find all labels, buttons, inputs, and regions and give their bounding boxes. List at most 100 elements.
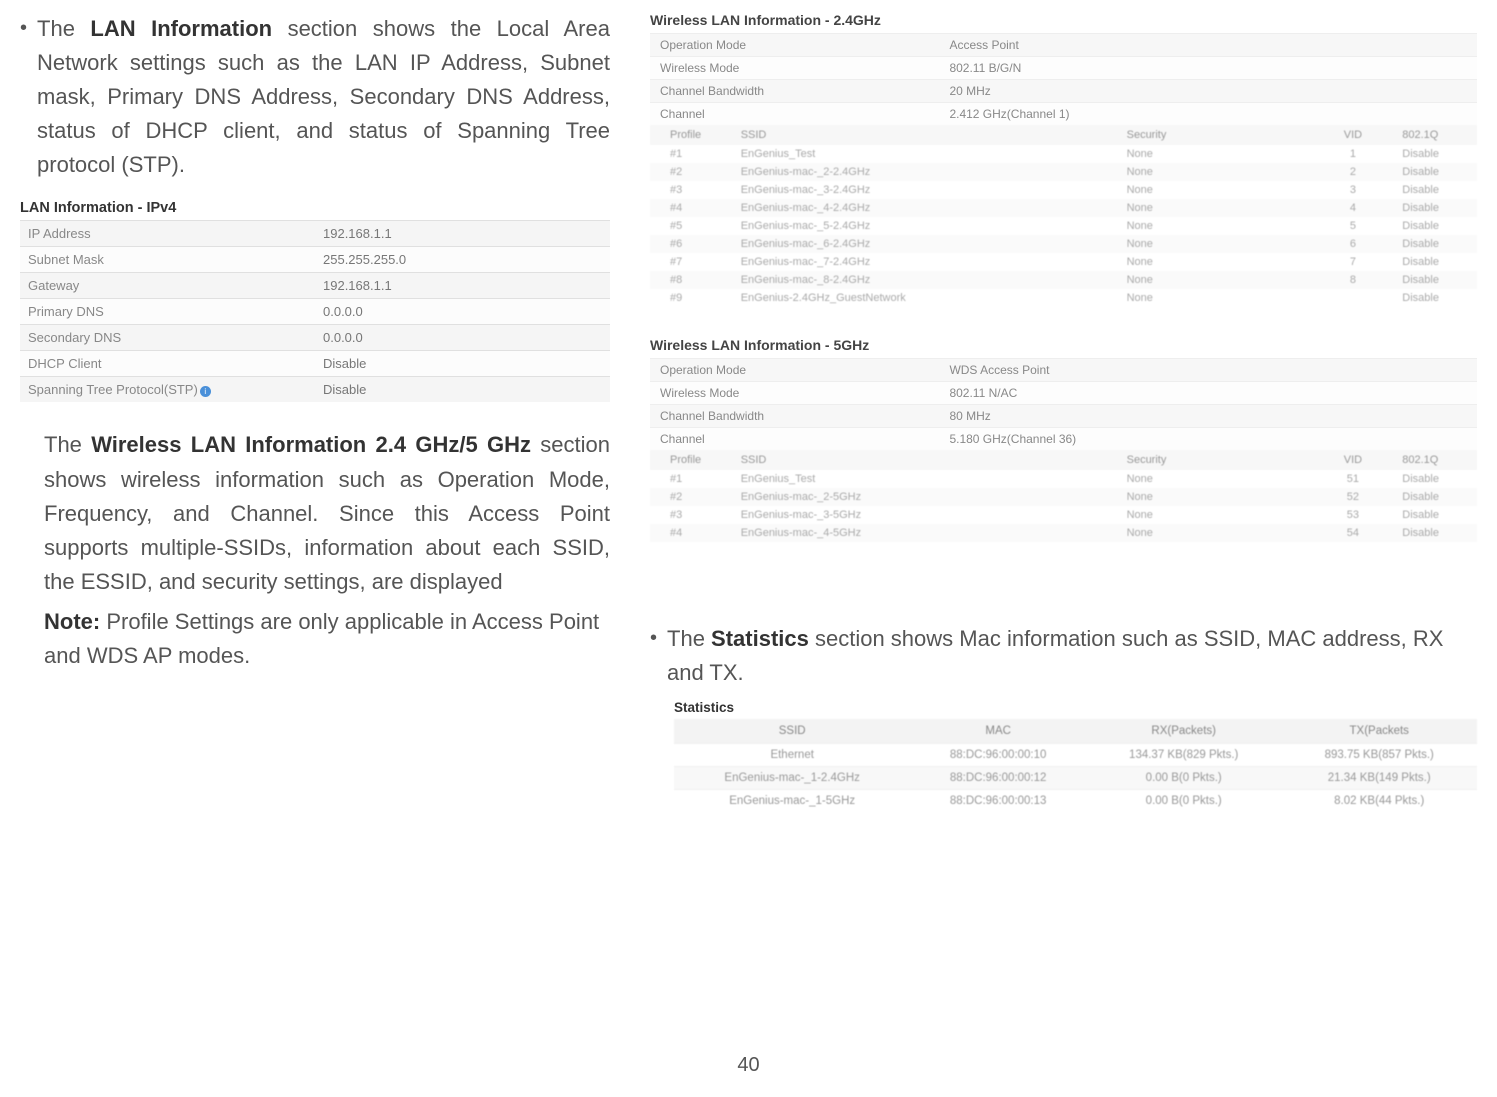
note-text: Profile Settings are only applicable in … [44, 609, 599, 668]
cell-ssid: EnGenius_Test [733, 145, 1119, 163]
cell-vid: 1 [1312, 145, 1395, 163]
kv-key: Channel Bandwidth [650, 405, 939, 428]
wlan5-profiles-table: Profile SSID Security VID 802.1Q #1EnGen… [650, 450, 1477, 542]
cell-profile: #3 [650, 506, 733, 524]
wlan5-title: Wireless LAN Information - 5GHz [650, 337, 1477, 353]
col-rx: RX(Packets) [1086, 719, 1282, 744]
lan-info-table: IP Address192.168.1.1Subnet Mask255.255.… [20, 220, 610, 402]
wlan24-profiles-table: Profile SSID Security VID 802.1Q #1EnGen… [650, 125, 1477, 307]
table-row: #7EnGenius-mac-_7-2.4GHzNone7Disable [650, 253, 1477, 271]
table-row: Secondary DNS0.0.0.0 [20, 325, 610, 351]
lan-value: 192.168.1.1 [315, 273, 610, 299]
table-row: Channel Bandwidth80 MHz [650, 405, 1477, 428]
cell-security: None [1119, 217, 1312, 235]
col-vid: VID [1312, 450, 1395, 470]
bullet-icon: • [20, 12, 27, 182]
cell-profile: #1 [650, 470, 733, 488]
table-row: #4EnGenius-mac-_4-5GHzNone54Disable [650, 524, 1477, 542]
col-security: Security [1119, 125, 1312, 145]
cell-ssid: EnGenius-mac-_2-2.4GHz [733, 163, 1119, 181]
lan-value: 255.255.255.0 [315, 247, 610, 273]
cell-vid: 51 [1312, 470, 1395, 488]
cell-security: None [1119, 199, 1312, 217]
lan-info-heading: LAN Information [90, 16, 272, 41]
note-label: Note: [44, 609, 100, 634]
cell-security: None [1119, 524, 1312, 542]
cell-8021q: Disable [1394, 235, 1477, 253]
col-ssid: SSID [733, 450, 1119, 470]
kv-value: Access Point [939, 34, 1477, 57]
cell-8021q: Disable [1394, 163, 1477, 181]
table-row: #5EnGenius-mac-_5-2.4GHzNone5Disable [650, 217, 1477, 235]
cell-ssid: Ethernet [674, 744, 910, 767]
cell-8021q: Disable [1394, 524, 1477, 542]
cell-vid: 4 [1312, 199, 1395, 217]
cell-8021q: Disable [1394, 199, 1477, 217]
table-row: Spanning Tree Protocol(STP)iDisable [20, 377, 610, 403]
statistics-heading: Statistics [711, 626, 809, 651]
table-row: Primary DNS0.0.0.0 [20, 299, 610, 325]
cell-8021q: Disable [1394, 217, 1477, 235]
table-row: Channel5.180 GHz(Channel 36) [650, 428, 1477, 451]
col-8021q: 802.1Q [1394, 450, 1477, 470]
cell-ssid: EnGenius-mac-_5-2.4GHz [733, 217, 1119, 235]
kv-key: Channel [650, 103, 939, 126]
cell-mac: 88:DC:96:00:00:10 [910, 744, 1086, 767]
cell-vid: 54 [1312, 524, 1395, 542]
col-ssid: SSID [733, 125, 1119, 145]
cell-profile: #8 [650, 271, 733, 289]
kv-key: Operation Mode [650, 359, 939, 382]
lan-value: Disable [315, 377, 610, 403]
cell-8021q: Disable [1394, 253, 1477, 271]
table-row: #6EnGenius-mac-_6-2.4GHzNone6Disable [650, 235, 1477, 253]
cell-ssid: EnGenius-mac-_8-2.4GHz [733, 271, 1119, 289]
cell-ssid: EnGenius-mac-_2-5GHz [733, 488, 1119, 506]
table-row: IP Address192.168.1.1 [20, 221, 610, 247]
cell-tx: 21.34 KB(149 Pkts.) [1281, 767, 1477, 790]
table-row: #4EnGenius-mac-_4-2.4GHzNone4Disable [650, 199, 1477, 217]
col-vid: VID [1312, 125, 1395, 145]
kv-key: Channel [650, 428, 939, 451]
kv-value: 80 MHz [939, 405, 1477, 428]
lan-key: IP Address [20, 221, 315, 247]
table-row: Wireless Mode802.11 B/G/N [650, 57, 1477, 80]
table-row: #8EnGenius-mac-_8-2.4GHzNone8Disable [650, 271, 1477, 289]
text: The [44, 432, 91, 457]
cell-profile: #4 [650, 199, 733, 217]
kv-value: 2.412 GHz(Channel 1) [939, 103, 1477, 126]
wlan24-title: Wireless LAN Information - 2.4GHz [650, 12, 1477, 28]
bullet-icon: • [650, 622, 657, 690]
table-row: Channel2.412 GHz(Channel 1) [650, 103, 1477, 126]
cell-security: None [1119, 271, 1312, 289]
col-security: Security [1119, 450, 1312, 470]
kv-value: 20 MHz [939, 80, 1477, 103]
cell-profile: #7 [650, 253, 733, 271]
table-row: EnGenius-mac-_1-5GHz88:DC:96:00:00:130.0… [674, 790, 1477, 813]
cell-8021q: Disable [1394, 470, 1477, 488]
col-ssid: SSID [674, 719, 910, 744]
cell-security: None [1119, 506, 1312, 524]
kv-key: Channel Bandwidth [650, 80, 939, 103]
lan-value: 0.0.0.0 [315, 325, 610, 351]
cell-vid: 5 [1312, 217, 1395, 235]
lan-key: Gateway [20, 273, 315, 299]
statistics-table-title: Statistics [674, 700, 1477, 715]
cell-security: None [1119, 289, 1312, 307]
cell-security: None [1119, 163, 1312, 181]
wlan-info-paragraph: The Wireless LAN Information 2.4 GHz/5 G… [44, 428, 610, 598]
cell-profile: #3 [650, 181, 733, 199]
table-row: Channel Bandwidth20 MHz [650, 80, 1477, 103]
cell-8021q: Disable [1394, 181, 1477, 199]
cell-8021q: Disable [1394, 506, 1477, 524]
lan-value: Disable [315, 351, 610, 377]
cell-vid [1312, 289, 1395, 307]
table-row: #2EnGenius-mac-_2-5GHzNone52Disable [650, 488, 1477, 506]
table-row: #2EnGenius-mac-_2-2.4GHzNone2Disable [650, 163, 1477, 181]
cell-ssid: EnGenius-mac-_1-2.4GHz [674, 767, 910, 790]
cell-8021q: Disable [1394, 271, 1477, 289]
cell-rx: 134.37 KB(829 Pkts.) [1086, 744, 1282, 767]
cell-profile: #6 [650, 235, 733, 253]
table-row: #1EnGenius_TestNone51Disable [650, 470, 1477, 488]
col-profile: Profile [650, 450, 733, 470]
info-icon[interactable]: i [200, 386, 211, 397]
